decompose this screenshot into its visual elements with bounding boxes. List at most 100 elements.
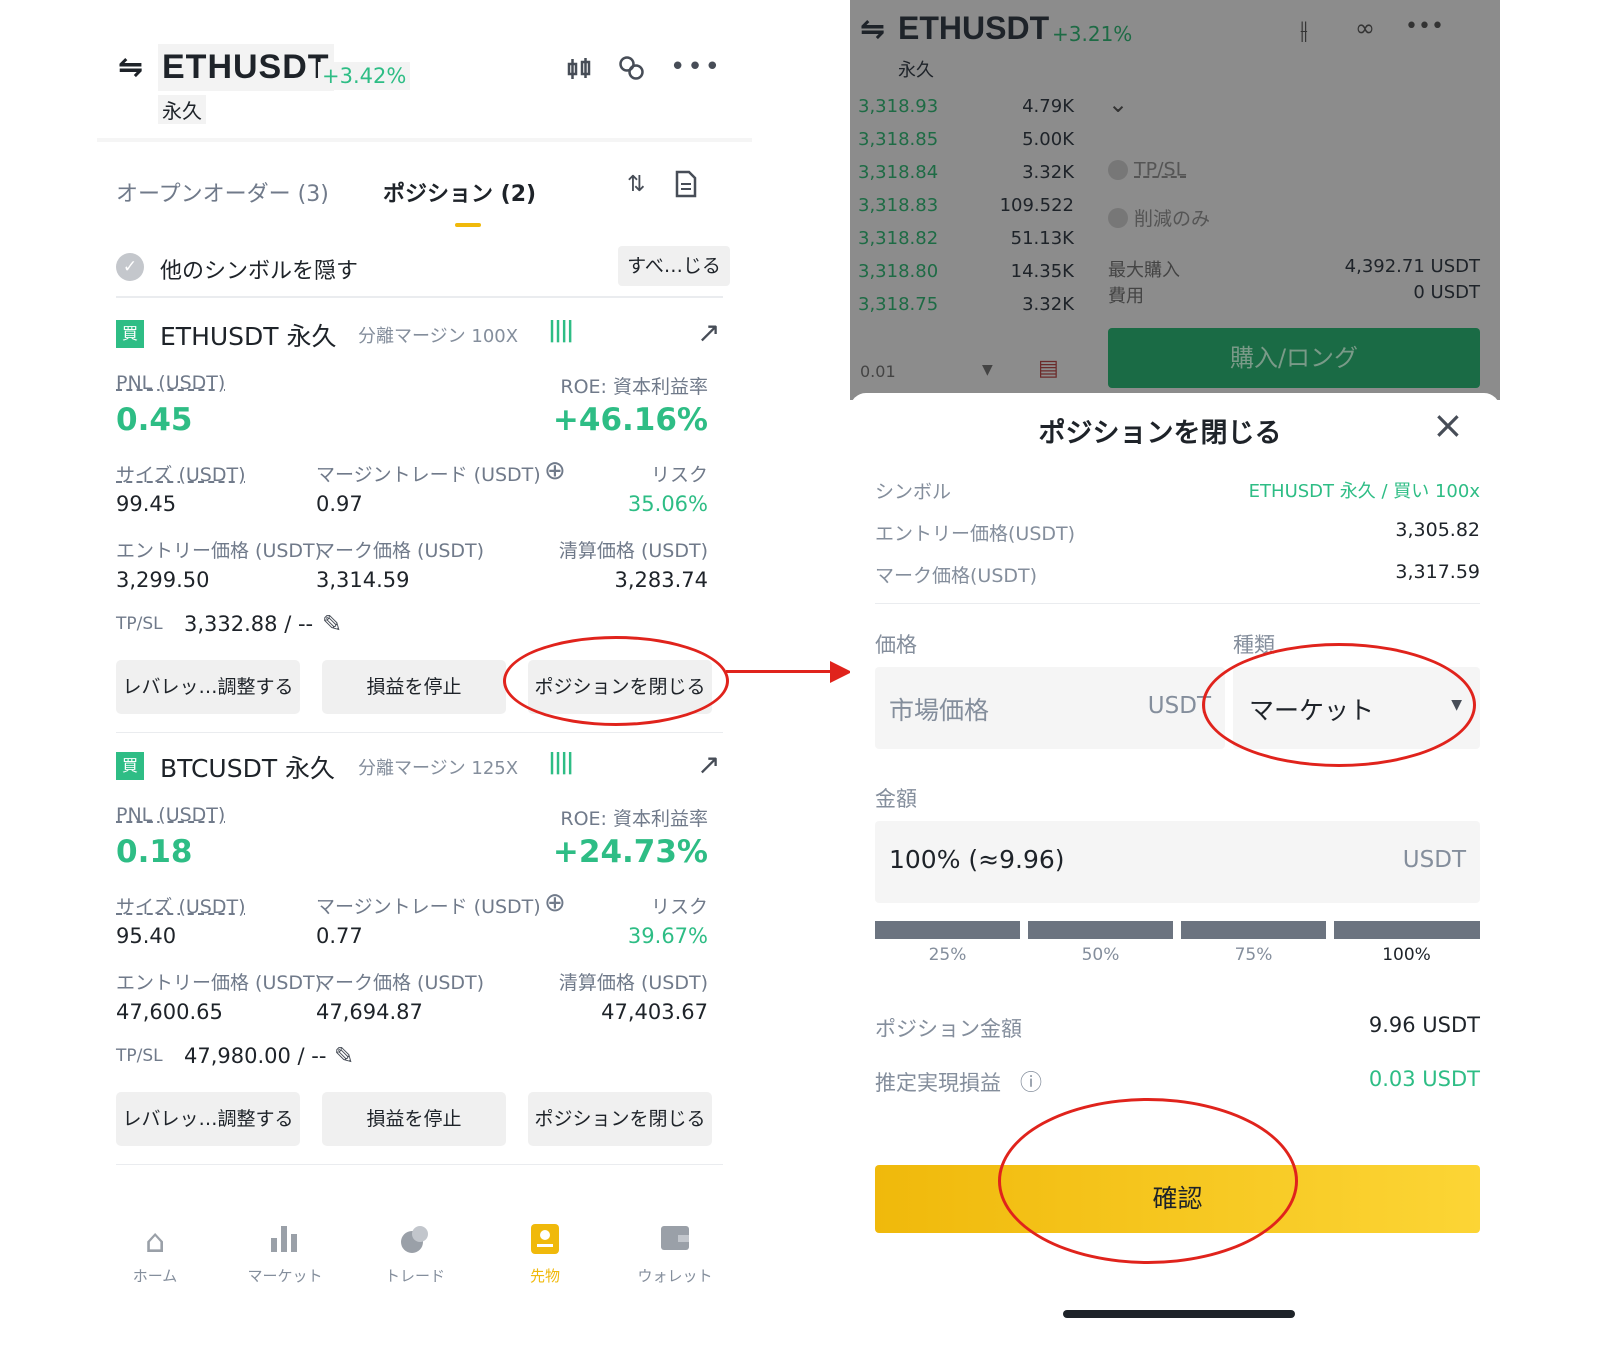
divider: [116, 732, 723, 733]
hide-symbols-checkbox[interactable]: ✓: [116, 253, 144, 281]
percent-slider-segment[interactable]: [1334, 921, 1480, 939]
nav-market[interactable]: マーケット: [240, 1265, 330, 1286]
max-buy-value: 4,392.71 USDT: [1344, 256, 1480, 277]
home-indicator: [1063, 1310, 1295, 1318]
annotation-circle: [503, 636, 729, 726]
liq-price-value: 3,283.74: [614, 568, 708, 592]
edit-icon[interactable]: ✎: [334, 1042, 354, 1070]
futures-icon[interactable]: [500, 1222, 590, 1264]
amount-input[interactable]: 100% (≈9.96) USDT: [875, 821, 1480, 903]
entry-price-value: 3,299.50: [116, 568, 210, 592]
trade-icon[interactable]: [370, 1222, 460, 1264]
symbol-value: ETHUSDT 永久 / 買い 100x: [1248, 481, 1480, 502]
document-icon[interactable]: [675, 170, 697, 205]
stop-pnl-button[interactable]: 損益を停止: [322, 1092, 506, 1146]
precision-select: 0.01: [860, 362, 896, 381]
divider: [116, 1164, 723, 1165]
position-amount-label: ポジション金額: [875, 1017, 1022, 1041]
tpsl-label: TP/SL: [116, 614, 163, 634]
link-icon[interactable]: [618, 54, 646, 89]
pnl-label: PNL (USDT): [116, 372, 226, 394]
buy-long-button: 購入/ロング: [1108, 328, 1480, 388]
position-symbol[interactable]: BTCUSDT 永久: [160, 749, 335, 785]
nav-trade[interactable]: トレード: [370, 1265, 460, 1286]
candlestick-icon: ⫲: [1300, 16, 1308, 44]
share-icon[interactable]: ↗: [697, 748, 720, 781]
annotation-arrow: [726, 670, 834, 673]
share-icon[interactable]: ↗: [697, 316, 720, 349]
size-label: サイズ (USDT): [116, 464, 246, 486]
percent-25[interactable]: 25%: [875, 945, 1020, 965]
divider: [116, 296, 723, 298]
more-icon: •••: [1405, 14, 1444, 39]
swap-icon[interactable]: ⇋: [118, 50, 143, 85]
nav-futures[interactable]: 先物: [500, 1265, 590, 1286]
risk-value: 39.67%: [627, 924, 708, 948]
caret-down-icon: ▼: [982, 362, 993, 378]
percent-100[interactable]: 100%: [1334, 945, 1479, 965]
arrow-head-icon: [830, 661, 852, 683]
pnl-label: PNL (USDT): [116, 804, 226, 826]
orderbook-row: 3,318.93 4.79K: [858, 96, 1074, 117]
close-all-button[interactable]: すべ…じる: [618, 246, 730, 286]
symbol-title[interactable]: ETHUSDT: [158, 44, 334, 91]
link-icon: ∞: [1355, 14, 1375, 42]
risk-label: リスク: [650, 896, 708, 918]
contract-type: 永久: [898, 60, 934, 81]
price-change: +3.21%: [1052, 22, 1133, 46]
close-icon[interactable]: ×: [1432, 403, 1464, 447]
info-icon[interactable]: ⓘ: [1020, 1065, 1042, 1097]
percent-slider-segment[interactable]: [1028, 921, 1173, 939]
candlestick-icon[interactable]: [566, 56, 592, 89]
tab-positions[interactable]: ポジション (2): [383, 176, 536, 208]
sort-icon[interactable]: ⇅: [627, 172, 645, 197]
nav-home[interactable]: ホーム: [110, 1265, 200, 1286]
cost-label: 費用: [1108, 286, 1144, 307]
adjust-leverage-button[interactable]: レバレッ…調整する: [116, 660, 300, 714]
liq-price-value: 47,403.67: [601, 1000, 708, 1024]
close-position-button[interactable]: ポジションを閉じる: [528, 1092, 712, 1146]
price-input[interactable]: 市場価格 USDT: [875, 667, 1225, 749]
more-icon[interactable]: •••: [670, 52, 722, 82]
mark-price-label: マーク価格 (USDT): [316, 972, 485, 994]
positions-screen: ⇋ ETHUSDT +3.42% 永久 ••• オープンオーダー (3) ポジシ…: [0, 0, 852, 1347]
add-margin-icon[interactable]: ⊕: [544, 456, 566, 486]
buy-badge: 買: [116, 752, 144, 780]
tab-open-orders[interactable]: オープンオーダー (3): [116, 176, 329, 208]
adjust-leverage-button[interactable]: レバレッ…調整する: [116, 1092, 300, 1146]
home-icon[interactable]: ⌂: [110, 1222, 200, 1260]
close-position-screen: ⇋ ETHUSDT +3.21% 永久 ⫲ ∞ ••• 3,318.93 4.7…: [850, 0, 1500, 1347]
amount-label: 金額: [875, 787, 917, 811]
swap-icon: ⇋: [860, 12, 886, 47]
entry-price-label: エントリー価格 (USDT): [116, 972, 323, 994]
entry-price-label: エントリー価格(USDT): [875, 523, 1076, 545]
percent-50[interactable]: 50%: [1028, 945, 1173, 965]
stop-pnl-button[interactable]: 損益を停止: [322, 660, 506, 714]
percent-slider-segment[interactable]: [1181, 921, 1326, 939]
roe-label: ROE: 資本利益率: [560, 808, 708, 830]
add-margin-icon[interactable]: ⊕: [544, 888, 566, 918]
est-pnl-value: 0.03 USDT: [1368, 1067, 1480, 1091]
risk-label: リスク: [650, 464, 708, 486]
position-symbol[interactable]: ETHUSDT 永久: [160, 317, 337, 353]
pnl-value: 0.18: [116, 834, 193, 870]
percent-75[interactable]: 75%: [1181, 945, 1326, 965]
nav-wallet[interactable]: ウォレット: [630, 1265, 720, 1286]
wallet-icon[interactable]: [630, 1222, 720, 1262]
liq-price-label: 清算価格 (USDT): [558, 540, 708, 562]
tpsl-value: 3,332.88 / --: [184, 612, 314, 636]
margin-ratio-label: マージントレード (USDT): [316, 896, 541, 918]
margin-ratio-label: マージントレード (USDT): [316, 464, 541, 486]
mark-price-label: マーク価格(USDT): [875, 565, 1038, 587]
tab-indicator: [455, 223, 481, 227]
orderbook-row: 3,318.84 3.32K: [858, 162, 1074, 183]
mark-price-value: 3,317.59: [1395, 561, 1480, 583]
size-label: サイズ (USDT): [116, 896, 246, 918]
mark-price-value: 47,694.87: [316, 1000, 423, 1024]
edit-icon[interactable]: ✎: [322, 610, 342, 638]
entry-price-value: 3,305.82: [1395, 519, 1480, 541]
percent-slider-segment[interactable]: [875, 921, 1020, 939]
orderbook-row: 3,318.85 5.00K: [858, 129, 1074, 150]
market-icon[interactable]: [240, 1222, 330, 1262]
entry-price-value: 47,600.65: [116, 1000, 223, 1024]
